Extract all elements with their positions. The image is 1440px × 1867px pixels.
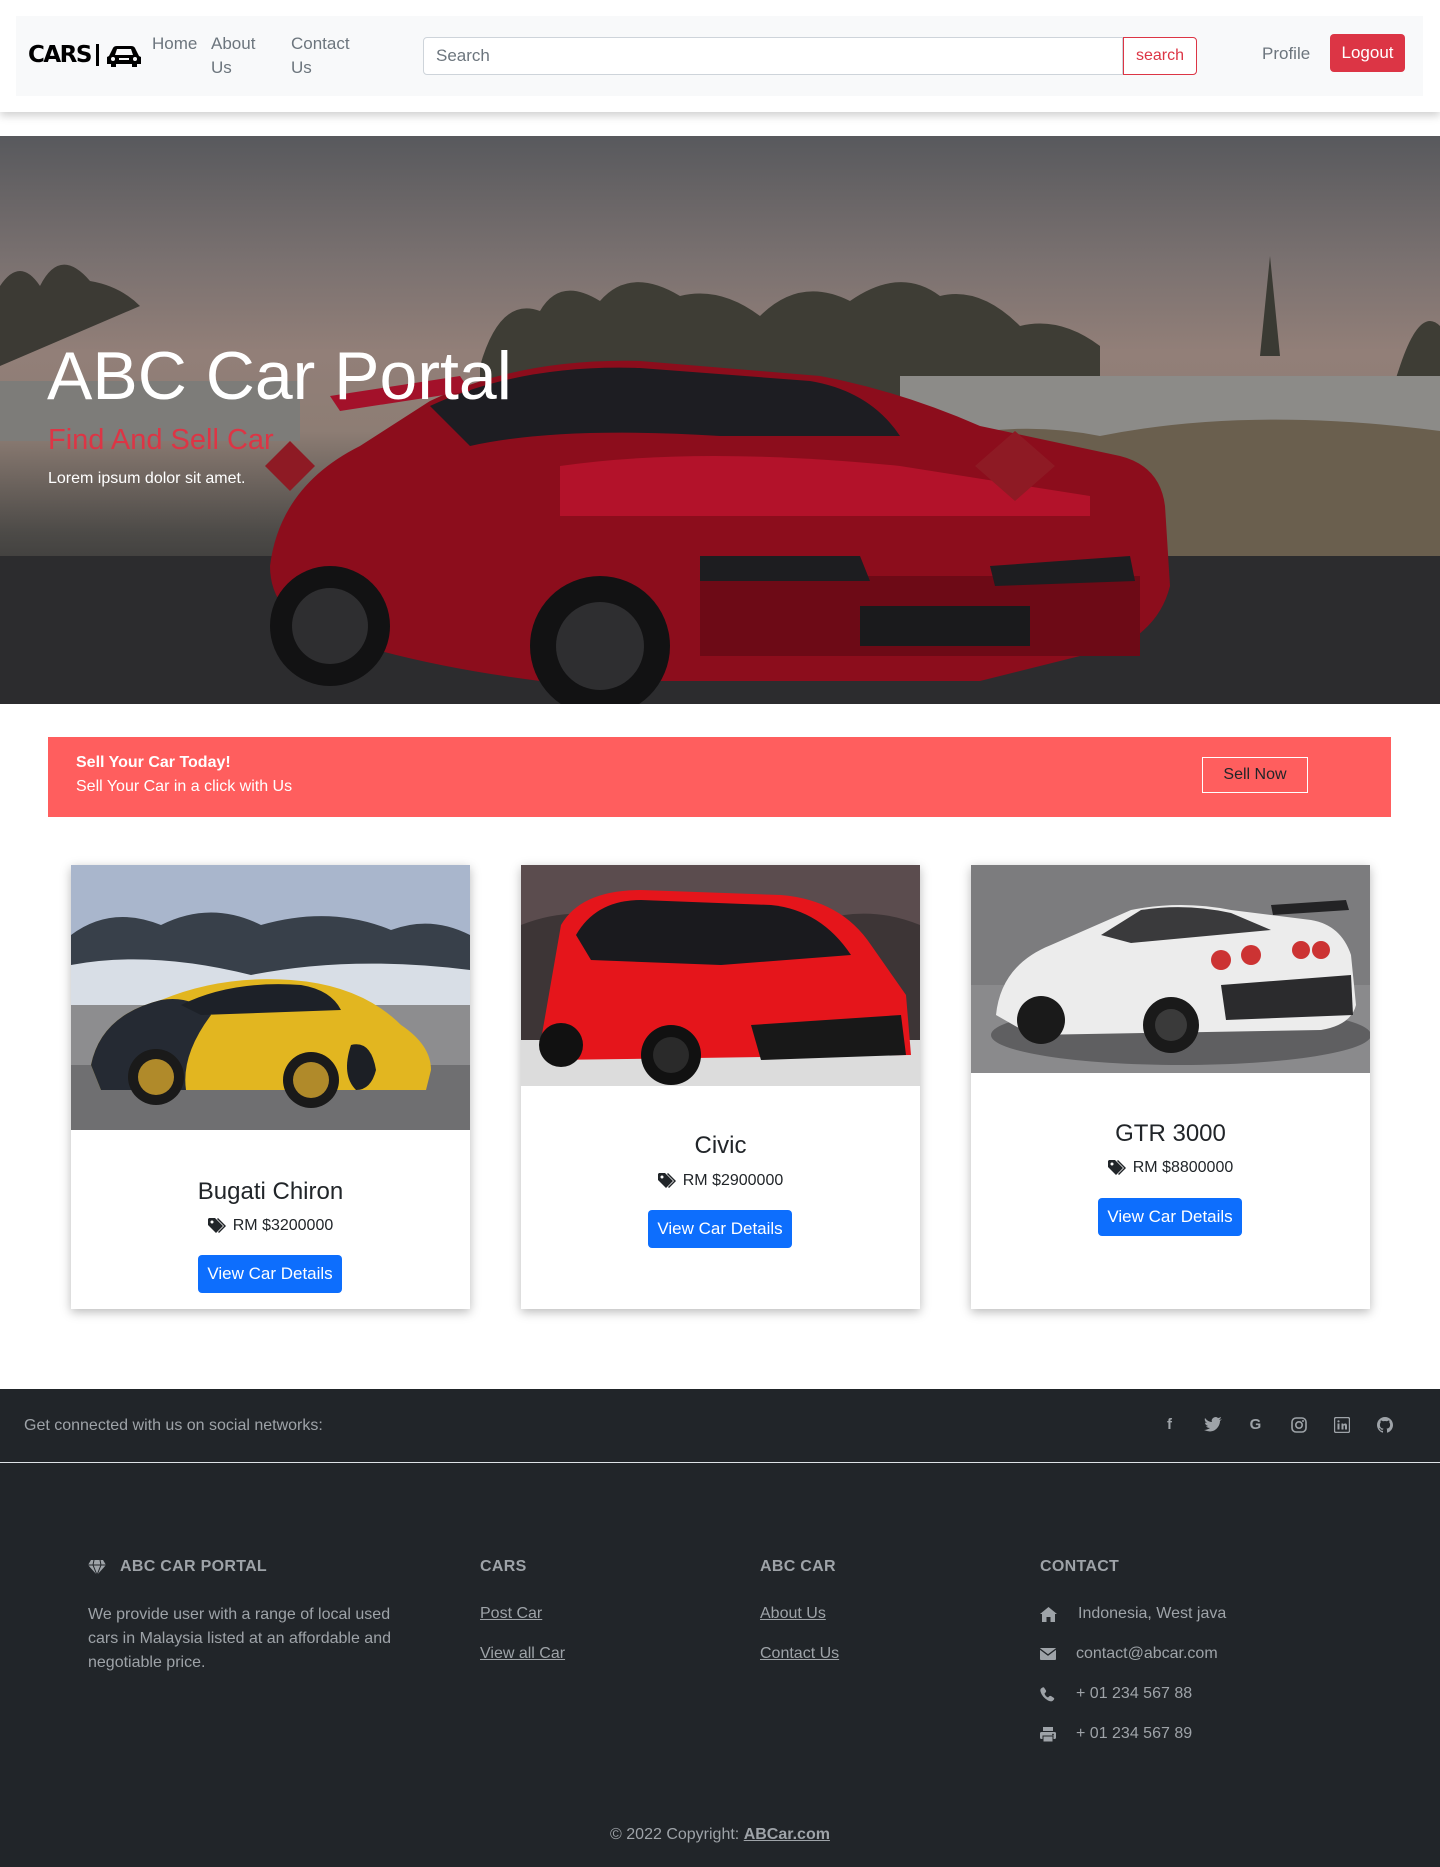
brand-logo[interactable]: CARS [28, 40, 143, 70]
contact-phone-text: + 01 234 567 88 [1076, 1685, 1193, 1702]
profile-link[interactable]: Profile [1262, 44, 1310, 64]
sell-now-button[interactable]: Sell Now [1202, 757, 1308, 793]
footer-about-heading: ABC CAR PORTAL [88, 1558, 267, 1576]
contact-phone: + 01 234 567 88 [1040, 1685, 1192, 1703]
contact-fax: + 01 234 567 89 [1040, 1725, 1192, 1743]
twitter-icon[interactable] [1201, 1413, 1224, 1436]
car-icon [106, 46, 141, 67]
view-car-details-button[interactable]: View Car Details [198, 1255, 342, 1293]
car-price: RM $3200000 [71, 1217, 470, 1235]
linkedin-icon[interactable] [1330, 1413, 1353, 1436]
brand-name: CARS [28, 42, 92, 68]
tags-icon [1107, 1160, 1126, 1175]
car-card: Bugati Chiron RM $3200000 View Car Detai… [71, 865, 470, 1309]
phone-icon [1040, 1686, 1055, 1701]
car-price-value: RM $3200000 [232, 1217, 334, 1234]
instagram-icon[interactable] [1287, 1413, 1310, 1436]
copyright-text: © 2022 Copyright: [610, 1826, 744, 1843]
nav-link-about[interactable]: About Us [211, 32, 263, 80]
car-card: Civic RM $2900000 View Car Details [521, 865, 920, 1309]
footer-about-description: We provide user with a range of local us… [88, 1606, 391, 1671]
hero-background-image [0, 256, 1440, 704]
github-icon[interactable] [1373, 1413, 1396, 1436]
footer-contact-us-link[interactable]: Contact Us [760, 1645, 839, 1663]
footer-about-us-link[interactable]: About Us [760, 1605, 826, 1623]
gem-icon [88, 1559, 106, 1575]
contact-fax-text: + 01 234 567 89 [1076, 1725, 1193, 1742]
tags-icon [207, 1218, 226, 1233]
car-name: Bugati Chiron [197, 1178, 344, 1205]
view-car-details-button[interactable]: View Car Details [648, 1210, 792, 1248]
contact-email: contact@abcar.com [1040, 1645, 1218, 1663]
sell-banner-text: Sell Your Car in a click with Us [76, 778, 293, 795]
navbar-wrapper: CARS Home About Us Contact Us search Pro… [0, 0, 1440, 112]
contact-address: Indonesia, West java [1040, 1605, 1226, 1623]
sell-banner: Sell Your Car Today! Sell Your Car in a … [48, 737, 1391, 817]
nav-link-contact[interactable]: Contact Us [291, 32, 353, 80]
post-car-link[interactable]: Post Car [480, 1605, 542, 1623]
view-car-details-button[interactable]: View Car Details [1098, 1198, 1242, 1236]
car-price-value: RM $8800000 [1132, 1159, 1234, 1176]
car-image-gtr [971, 865, 1370, 1073]
footer: Get connected with us on social networks… [0, 1389, 1440, 1867]
hero-title: ABC Car Portal [47, 338, 512, 414]
contact-email-text: contact@abcar.com [1076, 1645, 1218, 1662]
envelope-icon [1040, 1648, 1056, 1660]
car-name: GTR 3000 [1115, 1120, 1226, 1147]
navbar: CARS Home About Us Contact Us search Pro… [16, 16, 1423, 96]
social-text: Get connected with us on social networks… [24, 1417, 323, 1434]
search-button[interactable]: search [1123, 37, 1197, 75]
print-icon [1040, 1726, 1056, 1742]
car-price-value: RM $2900000 [682, 1172, 784, 1189]
search-input[interactable] [423, 37, 1123, 75]
tags-icon [657, 1173, 676, 1188]
footer-about-title: ABC CAR PORTAL [120, 1558, 268, 1575]
logout-button[interactable]: Logout [1330, 34, 1405, 72]
nav-link-home[interactable]: Home [152, 32, 197, 56]
copyright-link[interactable]: ABCar.com [744, 1826, 830, 1843]
hero-banner: ABC Car Portal Find And Sell Car Lorem i… [0, 136, 1440, 704]
car-name: Civic [694, 1132, 747, 1159]
google-icon[interactable]: G [1244, 1413, 1267, 1436]
footer-abc-heading: ABC CAR [760, 1558, 836, 1575]
home-icon [1040, 1606, 1057, 1622]
footer-contact-heading: CONTACT [1040, 1558, 1120, 1575]
copyright: © 2022 Copyright: ABCar.com [0, 1826, 1440, 1844]
hero-subtitle: Find And Sell Car [48, 424, 274, 456]
social-bar: Get connected with us on social networks… [0, 1389, 1440, 1463]
footer-cars-heading: CARS [480, 1558, 527, 1575]
facebook-icon[interactable]: f [1158, 1413, 1181, 1436]
car-price: RM $8800000 [971, 1159, 1370, 1177]
social-icons: f G [1158, 1413, 1396, 1436]
hero-text: Lorem ipsum dolor sit amet. [48, 470, 246, 487]
car-card: GTR 3000 RM $8800000 View Car Details [971, 865, 1370, 1309]
car-image-civic [521, 865, 920, 1086]
brand-divider [95, 44, 99, 66]
sell-banner-title: Sell Your Car Today! [76, 754, 231, 771]
view-all-car-link[interactable]: View all Car [480, 1645, 565, 1663]
car-image-bugatti [71, 865, 470, 1130]
contact-address-text: Indonesia, West java [1078, 1605, 1227, 1622]
car-price: RM $2900000 [521, 1172, 920, 1190]
